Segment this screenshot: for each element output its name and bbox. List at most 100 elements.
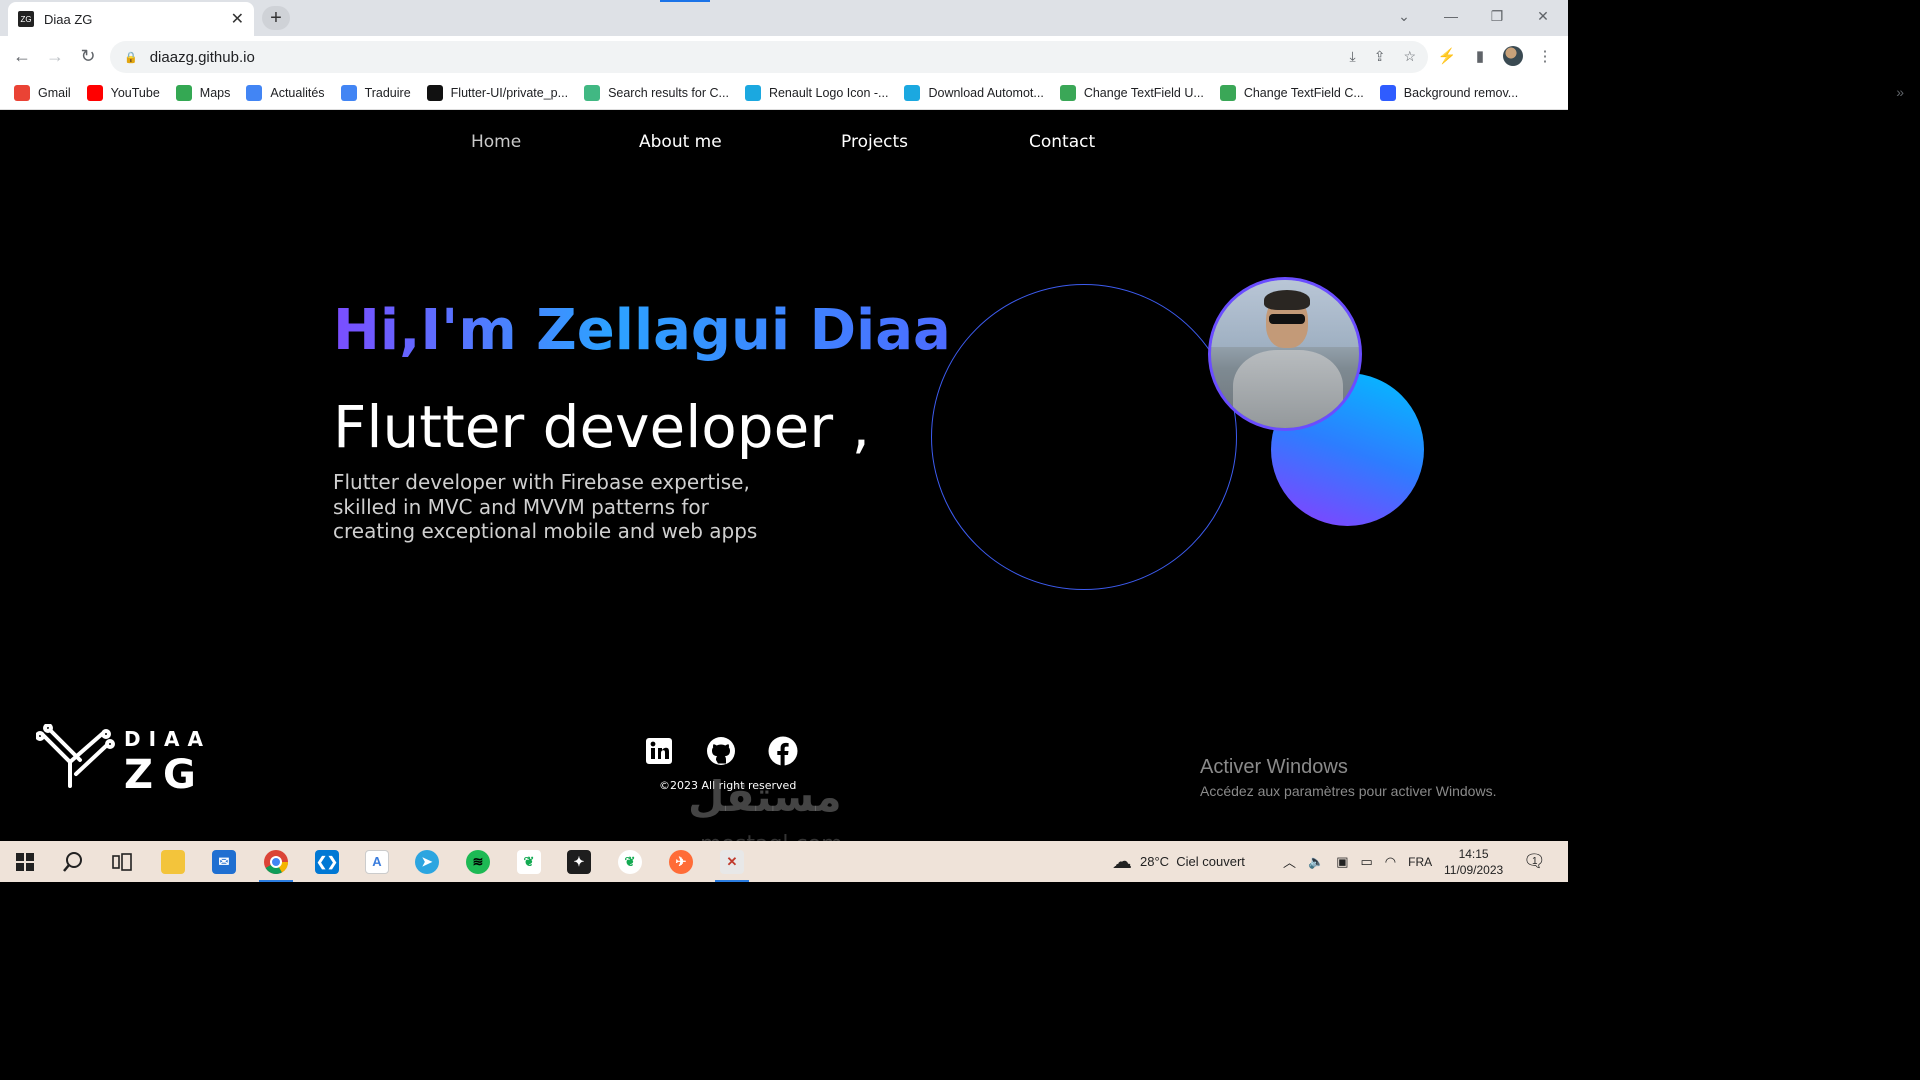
- nav-contact[interactable]: Contact: [1029, 132, 1095, 152]
- bookmark-item[interactable]: Search results for C...: [584, 84, 729, 101]
- install-app-icon[interactable]: ⤓: [1350, 48, 1356, 65]
- menu-dots-icon[interactable]: ⋮: [1533, 44, 1557, 68]
- volume-icon[interactable]: 🔈: [1308, 854, 1324, 870]
- taskbar-app-postman[interactable]: ✈: [656, 841, 706, 882]
- bookmark-item[interactable]: Actualités: [246, 84, 325, 101]
- taskbar-app-mail[interactable]: ✉: [199, 841, 249, 882]
- cloud-icon: ☁: [1112, 851, 1132, 873]
- address-bar[interactable]: 🔒 diaazg.github.io ⤓ ⇪ ☆: [110, 41, 1428, 73]
- start-button[interactable]: [0, 841, 50, 882]
- reload-icon[interactable]: ↻: [76, 44, 100, 68]
- tab-strip: ZG Diaa ZG ✕ + ⌄ — ❐ ✕: [0, 0, 1568, 36]
- close-window-button[interactable]: ✕: [1520, 0, 1566, 32]
- bookmark-label: Background remov...: [1403, 85, 1519, 100]
- tab-search-icon[interactable]: ⌄: [1381, 0, 1427, 32]
- taskbar-app-spotify[interactable]: ≋: [453, 841, 503, 882]
- translate-icon: [340, 84, 357, 101]
- bookmark-label: Actualités: [270, 85, 325, 100]
- notification-center-button[interactable]: 🗨 1: [1523, 841, 1546, 882]
- diaa-zg-logo: DIAA ZG: [36, 724, 203, 792]
- nav-projects[interactable]: Projects: [841, 132, 908, 152]
- bookmark-item[interactable]: YouTube: [86, 84, 160, 101]
- bookmark-item[interactable]: Change TextField U...: [1059, 84, 1204, 101]
- taskbar-app-git-tool[interactable]: ✕: [707, 841, 757, 882]
- vue-icon: [584, 84, 601, 101]
- tray-chevron-up-icon[interactable]: ︿: [1283, 852, 1296, 871]
- telegram-icon: ➤: [415, 849, 439, 874]
- minimize-button[interactable]: —: [1428, 0, 1474, 32]
- taskbar-app-mongodb-compass[interactable]: ❦: [605, 841, 655, 882]
- notification-icon: 🗨 1: [1523, 851, 1546, 871]
- hero-description: Flutter developer with Firebase expertis…: [333, 470, 758, 543]
- activate-windows-subtitle: Accédez aux paramètres pour activer Wind…: [1200, 783, 1497, 799]
- taskbar-app-vscode[interactable]: ❮❯: [302, 841, 352, 882]
- decorative-ring: [931, 284, 1237, 590]
- back-arrow-icon[interactable]: ←: [10, 44, 34, 68]
- bookmark-item[interactable]: Traduire: [340, 84, 411, 101]
- bookmark-item[interactable]: Background remov...: [1379, 84, 1519, 101]
- bookmarks-bar: Gmail YouTube Maps Actualités Traduire Flutte…: [0, 76, 1568, 110]
- new-tab-button[interactable]: +: [262, 6, 290, 30]
- site-favicon-icon: ZG: [18, 11, 34, 27]
- social-links: [644, 736, 798, 766]
- facebook-icon[interactable]: [768, 736, 798, 766]
- spotify-icon: ≋: [466, 849, 490, 874]
- side-panel-icon[interactable]: ▮: [1468, 44, 1492, 68]
- profile-avatar[interactable]: [1503, 46, 1523, 66]
- start-icon: [16, 852, 34, 871]
- github-icon[interactable]: [706, 736, 736, 766]
- bookmark-label: Maps: [199, 85, 231, 100]
- restore-button[interactable]: ❐: [1474, 0, 1520, 32]
- meet-now-icon[interactable]: ▣: [1336, 854, 1348, 870]
- wifi-icon[interactable]: ◠: [1385, 854, 1396, 870]
- news-icon: [246, 84, 263, 101]
- clock-time: 14:15: [1458, 846, 1489, 861]
- mostaql-watermark: مستقل: [688, 772, 842, 821]
- extensions-icon[interactable]: ⚡: [1435, 44, 1459, 68]
- vscode-icon: ❮❯: [315, 849, 339, 874]
- hero-role: Flutter developer ,: [333, 393, 871, 461]
- file-explorer-icon: [161, 849, 185, 874]
- url-text[interactable]: diaazg.github.io: [150, 49, 255, 66]
- taskbar-app-android-studio[interactable]: A: [352, 841, 402, 882]
- weather-temp: 28°C: [1140, 854, 1170, 869]
- search-site-icon: [744, 84, 761, 101]
- close-tab-icon[interactable]: ✕: [231, 9, 244, 29]
- browser-toolbar: ← → ↻ 🔒 diaazg.github.io ⤓ ⇪ ☆: [0, 36, 1568, 76]
- linkedin-icon[interactable]: [644, 736, 674, 766]
- bookmark-item[interactable]: Maps: [175, 84, 231, 101]
- taskbar-app-telegram[interactable]: ➤: [402, 841, 452, 882]
- clock[interactable]: 14:15 11/09/2023: [1444, 841, 1503, 882]
- lock-icon: 🔒: [124, 51, 138, 64]
- taskbar-app-figma[interactable]: ✦: [554, 841, 604, 882]
- bookmark-item[interactable]: Gmail: [14, 84, 71, 101]
- bookmark-item[interactable]: Change TextField C...: [1219, 84, 1364, 101]
- language-indicator[interactable]: FRA: [1408, 855, 1432, 869]
- share-icon[interactable]: ⇪: [1374, 48, 1386, 65]
- bookmark-label: YouTube: [110, 85, 160, 100]
- weather-widget[interactable]: ☁ 28°C Ciel couvert: [1112, 841, 1245, 882]
- bookmark-label: Flutter-UI/private_p...: [450, 85, 569, 100]
- taskbar-app-chrome[interactable]: [251, 841, 301, 882]
- tab-title: Diaa ZG: [44, 11, 93, 27]
- nav-about-me[interactable]: About me: [639, 132, 722, 152]
- bookmark-label: Download Automot...: [928, 85, 1044, 100]
- taskbar-search-button[interactable]: [48, 841, 98, 882]
- bookmark-star-icon[interactable]: ☆: [1403, 48, 1416, 65]
- nav-home[interactable]: Home: [471, 132, 521, 152]
- bookmark-item[interactable]: Flutter-UI/private_p...: [426, 84, 569, 101]
- bookmark-item[interactable]: Download Automot...: [904, 84, 1044, 101]
- clock-date: 11/09/2023: [1444, 862, 1504, 877]
- mongodb-compass-icon: ❦: [618, 849, 642, 874]
- task-view-button[interactable]: [97, 841, 147, 882]
- forward-arrow-icon[interactable]: →: [43, 44, 67, 68]
- mongodb-icon: ❦: [517, 849, 541, 874]
- browser-tab[interactable]: ZG Diaa ZG ✕: [8, 2, 254, 36]
- taskbar-app-mongodb[interactable]: ❦: [504, 841, 554, 882]
- battery-icon[interactable]: ▭: [1361, 854, 1373, 870]
- android-studio-icon: A: [365, 849, 389, 874]
- bookmark-item[interactable]: Renault Logo Icon -...: [744, 84, 888, 101]
- figma-icon: ✦: [567, 849, 591, 874]
- bookmarks-overflow-icon[interactable]: »: [1896, 84, 1904, 100]
- taskbar-app-file-explorer[interactable]: [148, 841, 198, 882]
